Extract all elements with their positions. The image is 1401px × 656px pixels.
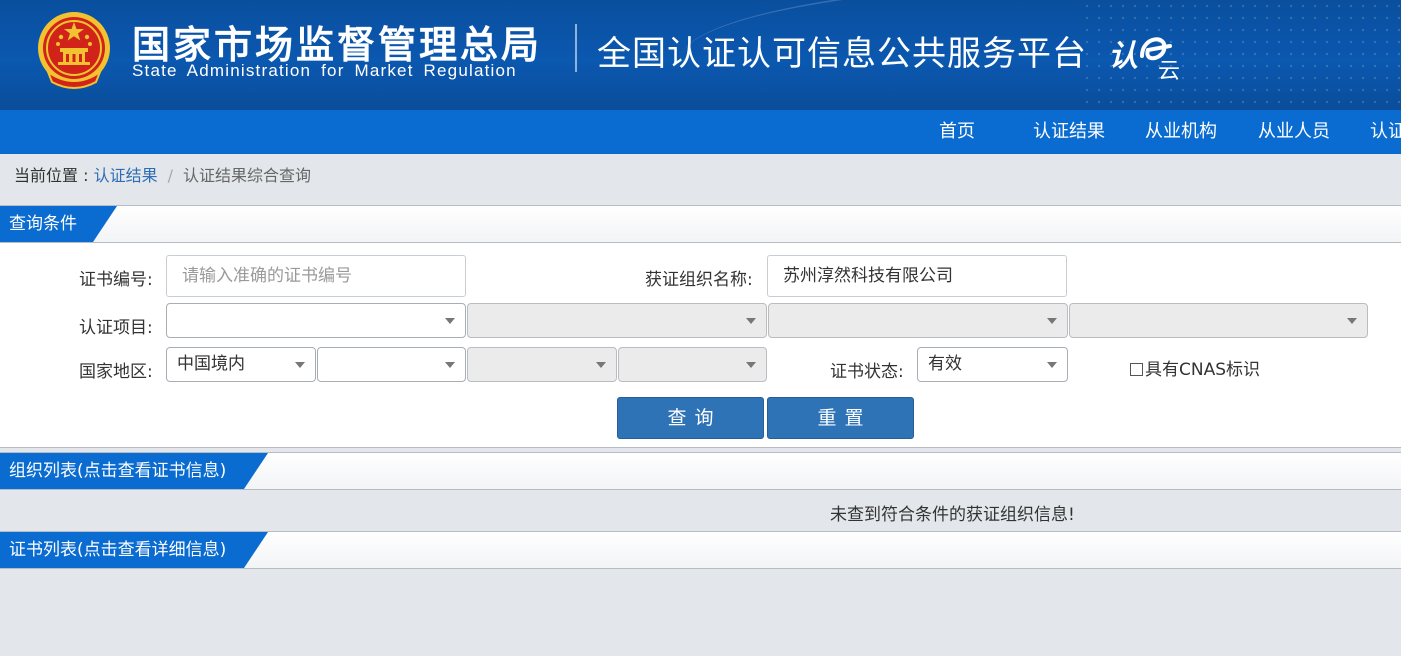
project-select-2[interactable] <box>467 303 767 338</box>
status-select-value: 有效 <box>928 354 962 374</box>
reset-button[interactable]: 重置 <box>767 397 914 439</box>
region-label: 国家地区: <box>79 362 153 382</box>
header-divider <box>575 24 577 72</box>
org-list-title: 组织列表(点击查看证书信息) <box>0 453 268 489</box>
cert-no-input[interactable]: 请输入准确的证书编号 <box>166 255 466 297</box>
cert-no-label: 证书编号: <box>79 270 153 290</box>
breadcrumb-separator: / <box>167 166 173 185</box>
org-list-empty-message: 未查到符合条件的获证组织信息! <box>830 505 1075 525</box>
checkbox-icon[interactable] <box>1130 363 1143 376</box>
main-nav: 首页 认证结果 从业机构 从业人员 认证 <box>0 110 1401 154</box>
status-select[interactable]: 有效 <box>917 347 1068 382</box>
chevron-down-icon <box>445 362 455 368</box>
nav-item-institutions[interactable]: 从业机构 <box>1145 110 1217 154</box>
nav-item-cert-results[interactable]: 认证结果 <box>1033 110 1105 154</box>
national-emblem-icon <box>38 12 110 89</box>
region-select-1[interactable]: 中国境内 <box>166 347 316 382</box>
region-select-4[interactable] <box>618 347 767 382</box>
breadcrumb-prefix: 当前位置 : <box>14 166 94 185</box>
chevron-down-icon <box>445 318 455 324</box>
chevron-down-icon <box>1047 318 1057 324</box>
query-panel-title: 查询条件 <box>0 206 117 242</box>
svg-text:云: 云 <box>1158 59 1180 82</box>
chevron-down-icon <box>596 362 606 368</box>
cnas-checkbox[interactable]: 具有CNAS标识 <box>1130 355 1260 380</box>
breadcrumb-current: 认证结果综合查询 <box>182 166 311 185</box>
chevron-down-icon <box>1347 318 1357 324</box>
chevron-down-icon <box>1047 362 1057 368</box>
project-label: 认证项目: <box>79 318 153 338</box>
nav-item-personnel[interactable]: 从业人员 <box>1258 110 1330 154</box>
site-header: 国家市场监督管理总局 State Administration for Mark… <box>0 0 1401 110</box>
svg-text:认: 认 <box>1108 39 1138 74</box>
project-select-1[interactable] <box>166 303 466 338</box>
cnas-checkbox-label: 具有CNAS标识 <box>1145 360 1261 380</box>
cert-list-title: 证书列表(点击查看详细信息) <box>0 532 268 568</box>
chevron-down-icon <box>295 362 305 368</box>
status-label: 证书状态: <box>830 362 904 382</box>
region-select-3[interactable] <box>467 347 617 382</box>
org-name-input[interactable]: 苏州淳然科技有限公司 <box>767 255 1067 297</box>
org-list-header: 组织列表(点击查看证书信息) <box>0 452 1401 490</box>
region-select-1-value: 中国境内 <box>177 354 245 374</box>
query-panel-header: 查询条件 <box>0 205 1401 243</box>
platform-logo: 认 云 <box>1108 37 1180 82</box>
nav-item-certification[interactable]: 认证 <box>1370 110 1401 154</box>
chevron-down-icon <box>746 318 756 324</box>
cert-list-header: 证书列表(点击查看详细信息) <box>0 531 1401 569</box>
project-select-4[interactable] <box>1069 303 1368 338</box>
search-button[interactable]: 查询 <box>617 397 764 439</box>
org-list-body <box>0 491 1401 531</box>
breadcrumb: 当前位置 : 认证结果 / 认证结果综合查询 <box>14 163 311 189</box>
org-name-label: 获证组织名称: <box>645 270 753 290</box>
platform-title: 全国认证认可信息公共服务平台 <box>597 34 1087 74</box>
agency-name-en: State Administration for Market Regulati… <box>132 61 517 80</box>
region-select-2[interactable] <box>317 347 466 382</box>
project-select-3[interactable] <box>768 303 1068 338</box>
nav-item-home[interactable]: 首页 <box>939 110 975 154</box>
breadcrumb-link-cert-results[interactable]: 认证结果 <box>94 166 158 185</box>
chevron-down-icon <box>746 362 756 368</box>
